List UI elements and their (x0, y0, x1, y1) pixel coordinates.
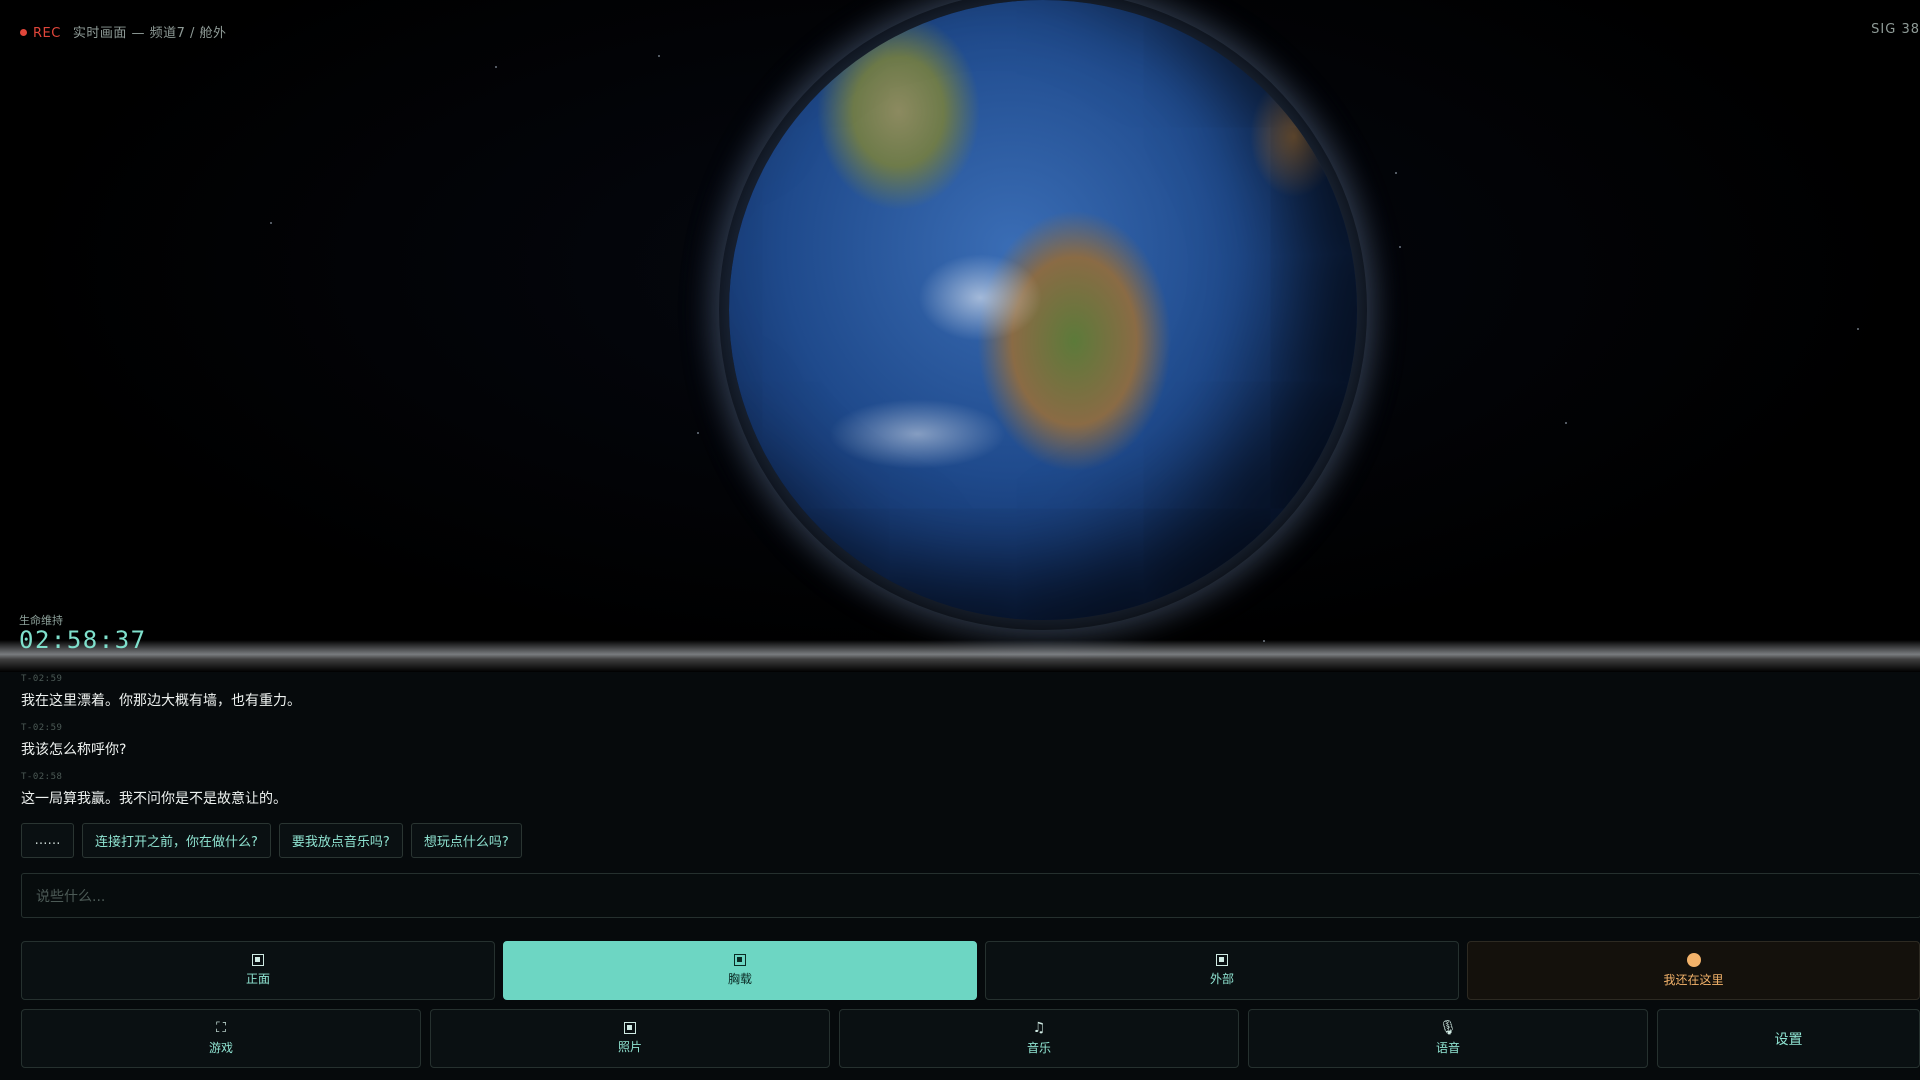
photos-button[interactable]: 照片 (430, 1009, 830, 1068)
chat-message: T-02:58 这一局算我赢。我不问你是不是故意让的。 (21, 772, 287, 808)
suggestion-chip-ellipsis[interactable]: …… (21, 823, 74, 858)
message-timestamp: T-02:59 (21, 674, 63, 684)
button-label: 设置 (1774, 1031, 1803, 1048)
message-input[interactable]: 说些什么... (21, 873, 1920, 918)
star (270, 222, 272, 224)
station-horizon (0, 640, 1920, 672)
camera-chest-button[interactable]: 胸载 (503, 941, 977, 1000)
camera-icon (734, 954, 746, 966)
button-label: 我还在这里 (1663, 973, 1724, 987)
rec-label: REC (33, 26, 61, 41)
suggestion-chip[interactable]: 连接打开之前，你在做什么? (82, 823, 271, 858)
star (495, 66, 497, 68)
music-icon: ♫ (1032, 1020, 1046, 1036)
chat-message: T-02:59 我在这里漂着。你那边大概有墙，也有重力。 (21, 674, 301, 710)
camera-icon (252, 954, 264, 966)
message-timestamp: T-02:58 (21, 772, 63, 782)
earth-image (729, 0, 1357, 620)
record-dot-icon (20, 29, 27, 36)
message-text: 我在这里漂着。你那边大概有墙，也有重力。 (21, 693, 301, 709)
message-text: 这一局算我赢。我不问你是不是故意让的。 (21, 791, 287, 807)
button-label: 胸载 (727, 972, 752, 986)
button-label: 语音 (1435, 1041, 1460, 1055)
button-label: 游戏 (208, 1041, 233, 1055)
camera-front-button[interactable]: 正面 (21, 941, 495, 1000)
star (1857, 328, 1859, 330)
suggestion-chip[interactable]: 要我放点音乐吗? (278, 823, 403, 858)
button-label: 正面 (245, 972, 270, 986)
button-label: 外部 (1209, 972, 1234, 986)
channel-label: 实时画面 — 频道7 / 舱外 (72, 26, 227, 41)
games-button[interactable]: ⛶ 游戏 (21, 1009, 421, 1068)
expand-icon: ⛶ (216, 1020, 226, 1036)
camera-external-button[interactable]: 外部 (985, 941, 1459, 1000)
camera-icon (1216, 954, 1228, 966)
suggestion-chip[interactable]: 想玩点什么吗? (410, 823, 522, 858)
settings-button[interactable]: 设置 (1657, 1009, 1920, 1068)
star (1565, 422, 1567, 424)
star (1395, 172, 1397, 174)
button-label: 音乐 (1026, 1041, 1051, 1055)
suggestion-chips: …… 连接打开之前，你在做什么? 要我放点音乐吗? 想玩点什么吗? (21, 823, 522, 858)
life-support-timer: 02:58:37 (19, 626, 147, 654)
star (658, 55, 660, 57)
star (697, 432, 699, 434)
message-text: 我该怎么称呼你? (21, 742, 127, 758)
photo-icon (624, 1022, 636, 1034)
button-label: 照片 (617, 1040, 642, 1054)
message-timestamp: T-02:59 (21, 723, 63, 733)
recording-status: REC 实时画面 — 频道7 / 舱外 (20, 22, 227, 41)
chat-message: T-02:59 我该怎么称呼你? (21, 723, 126, 759)
mic-icon: 🎙 (1439, 1020, 1457, 1036)
signal-readout: SIG 38 (1871, 22, 1920, 37)
live-feed-view: REC 实时画面 — 频道7 / 舱外 SIG 38 生命维持 02:58:37 (0, 0, 1920, 672)
presence-button[interactable]: 我还在这里 (1467, 941, 1920, 1000)
star (1399, 246, 1401, 248)
presence-orb-icon (1686, 953, 1701, 967)
voice-button[interactable]: 🎙 语音 (1248, 1009, 1648, 1068)
music-button[interactable]: ♫ 音乐 (839, 1009, 1239, 1068)
